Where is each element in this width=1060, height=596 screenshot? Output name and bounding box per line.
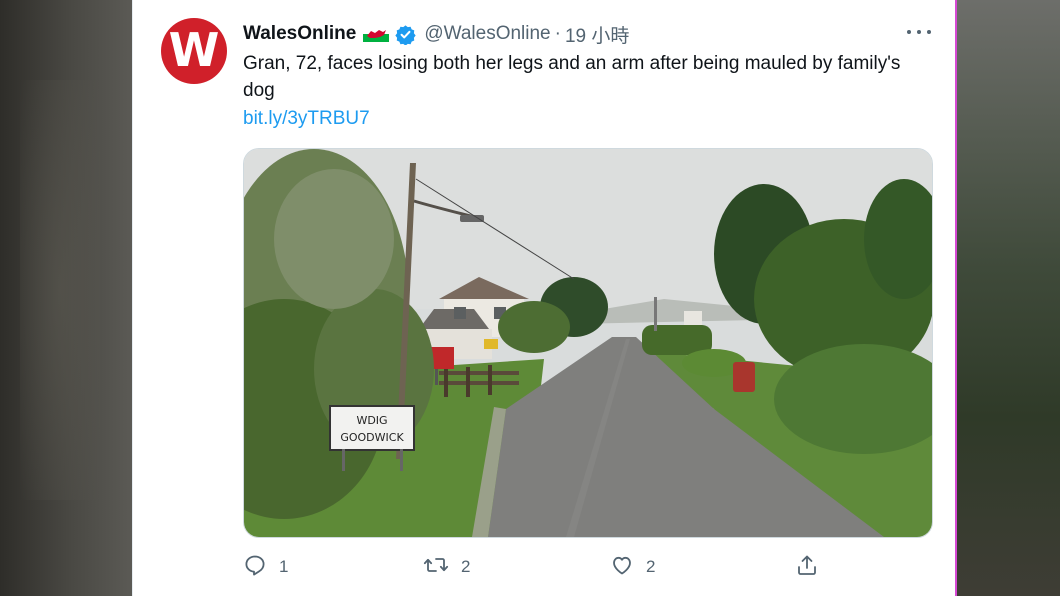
- tweet-card[interactable]: W WalesOnline @WalesOnline · 19 小時 Gran,…: [132, 0, 955, 596]
- place-sign-welsh: WDIG: [356, 414, 387, 427]
- avatar[interactable]: W: [161, 18, 227, 84]
- share-button[interactable]: [795, 552, 819, 582]
- retweet-count: 2: [461, 557, 471, 576]
- user-handle[interactable]: @WalesOnline: [424, 23, 550, 45]
- blurred-background-right: [956, 0, 1060, 596]
- tweet-text: Gran, 72, faces losing both her legs and…: [243, 53, 901, 101]
- retweet-button[interactable]: 2: [423, 552, 470, 582]
- blurred-background-left: [0, 0, 132, 596]
- display-name[interactable]: WalesOnline: [243, 23, 356, 45]
- tweet-link[interactable]: bit.ly/3yTRBU7: [243, 105, 370, 132]
- avatar-logo-letter: W: [168, 23, 220, 77]
- reply-count: 1: [279, 557, 289, 576]
- tweet-actions: 1 2 2: [243, 552, 933, 582]
- like-button[interactable]: 2: [610, 552, 655, 582]
- separator-dot: ·: [554, 23, 561, 44]
- wales-flag-icon: [363, 26, 390, 42]
- more-icon[interactable]: [907, 26, 931, 38]
- tweet-image[interactable]: WDIG GOODWICK: [243, 148, 933, 538]
- reply-icon: [243, 553, 267, 582]
- street-scene-photo: WDIG GOODWICK: [244, 149, 932, 537]
- tweet-timestamp[interactable]: 19 小時: [565, 21, 629, 48]
- heart-icon: [610, 553, 634, 582]
- place-sign-english: GOODWICK: [340, 431, 404, 444]
- verified-badge-icon: [395, 24, 416, 46]
- reply-button[interactable]: 1: [243, 552, 288, 582]
- share-icon: [795, 553, 819, 582]
- like-count: 2: [646, 557, 656, 576]
- retweet-icon: [423, 553, 449, 582]
- tweet-header: WalesOnline @WalesOnline · 19 小時: [243, 20, 629, 48]
